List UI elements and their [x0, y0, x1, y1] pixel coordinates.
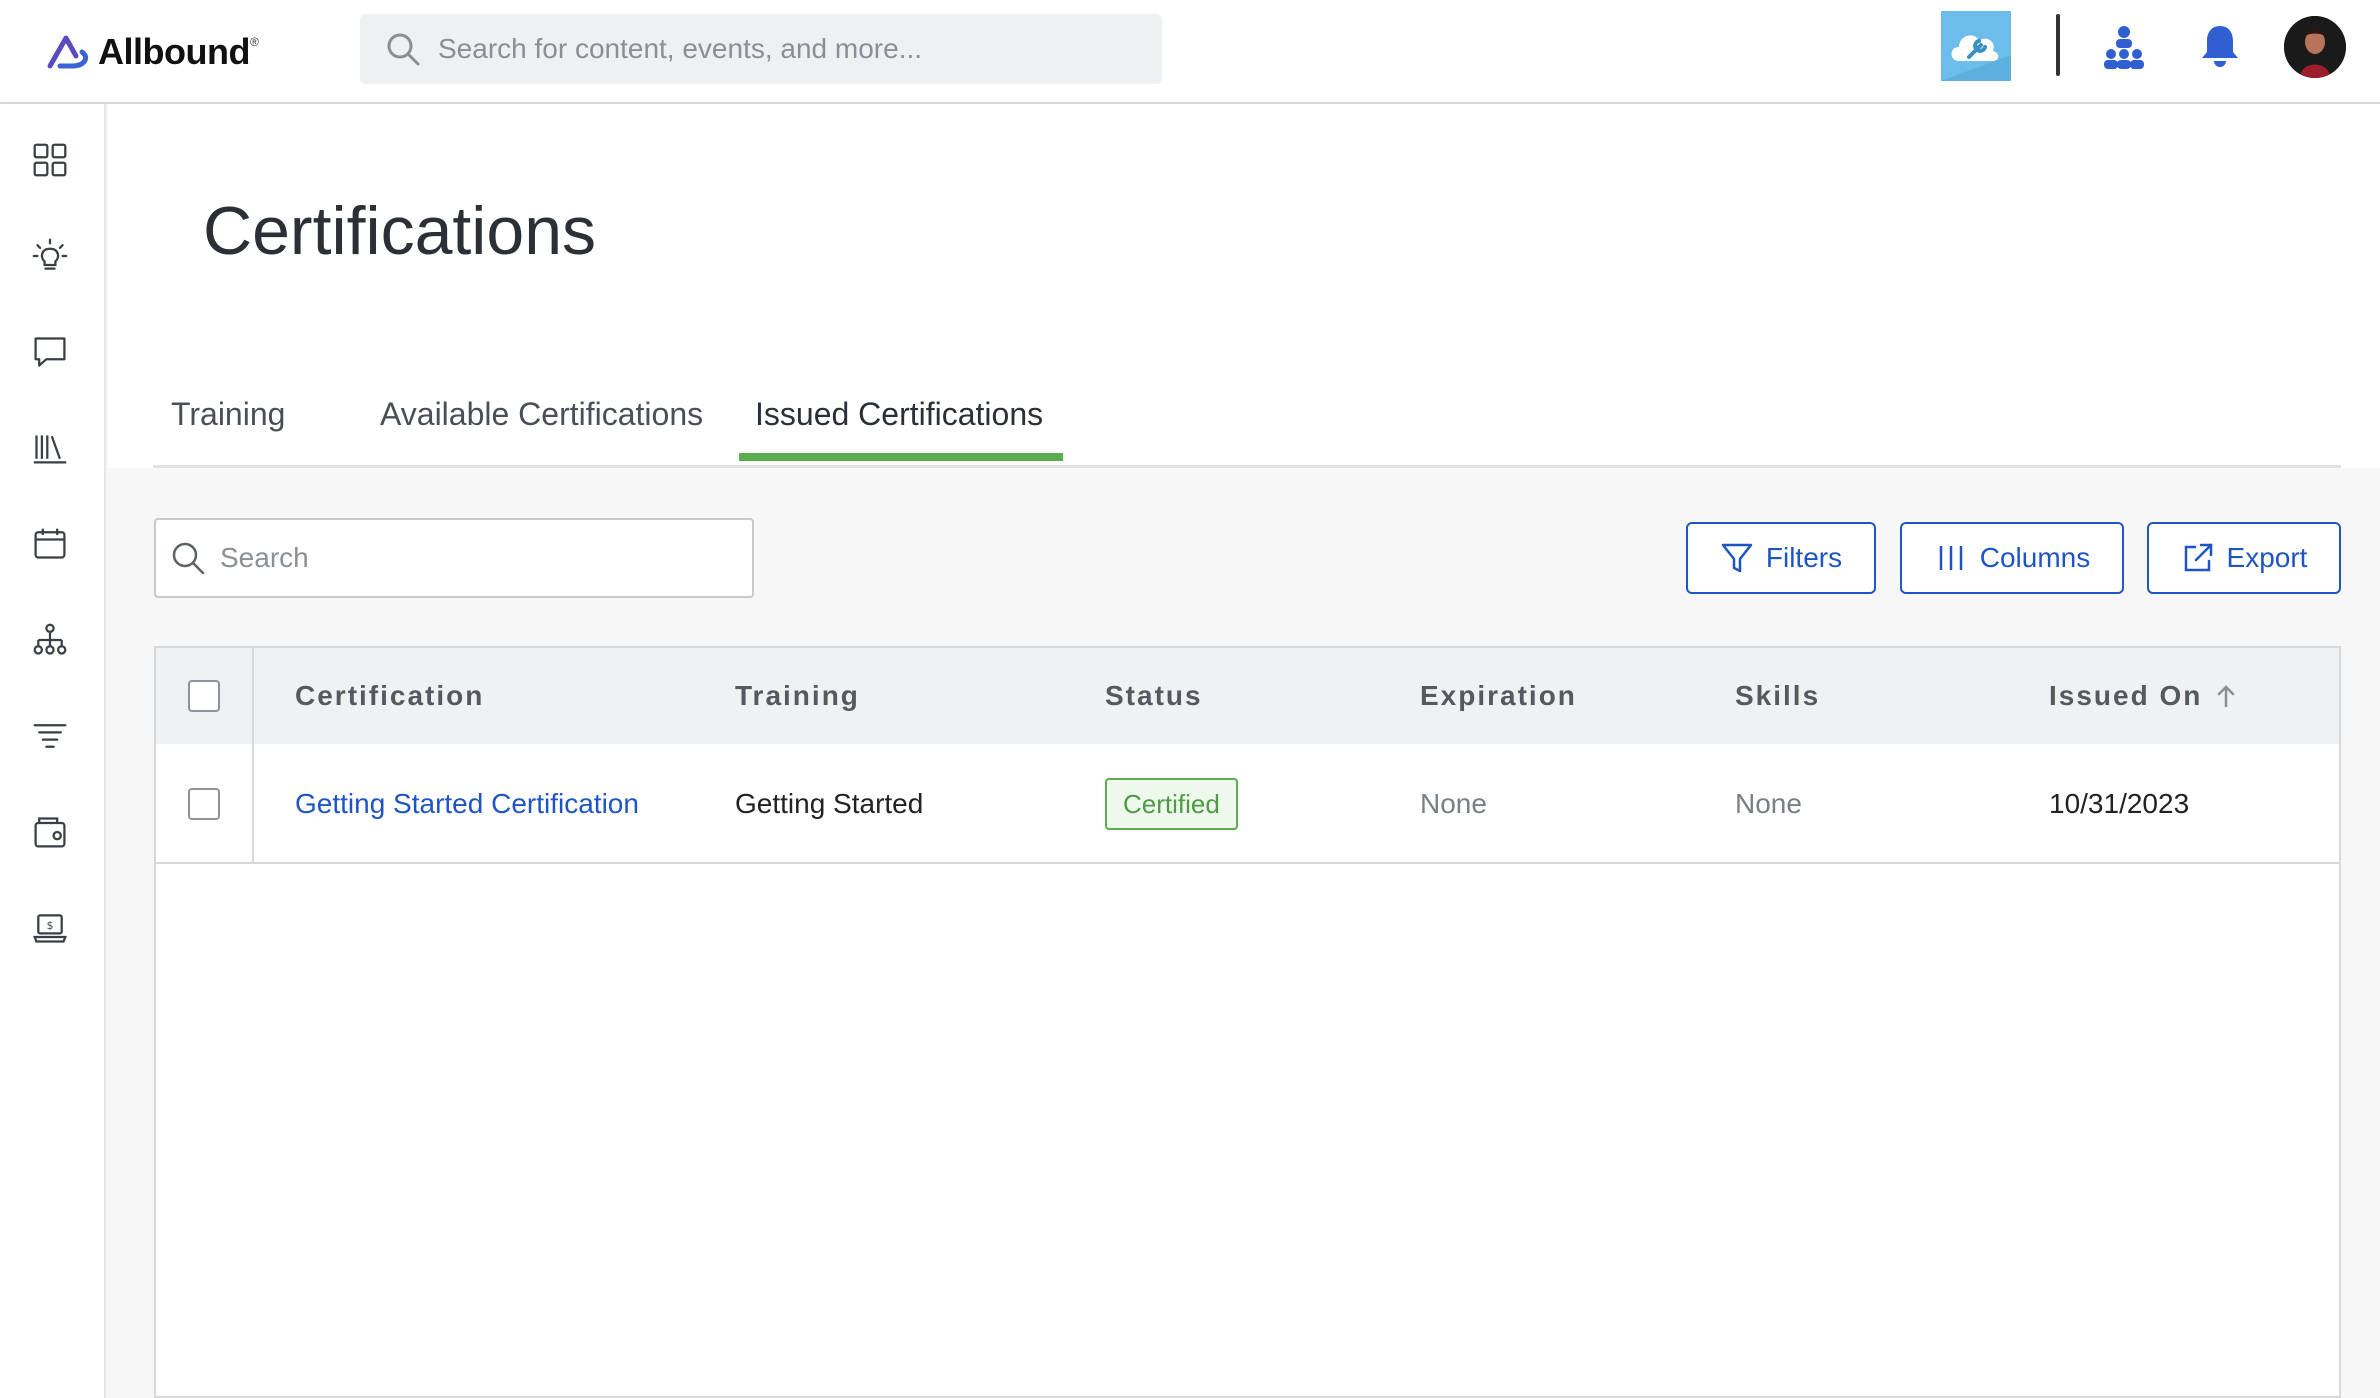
checkbox-column	[156, 648, 254, 864]
column-header-training[interactable]: Training	[735, 648, 860, 744]
filters-button-label: Filters	[1765, 542, 1843, 573]
chat-bubble-icon[interactable]	[30, 332, 70, 372]
export-button-label: Export	[2226, 542, 2308, 573]
bell-icon[interactable]	[2196, 22, 2244, 70]
table-header: Certification Training Status Expiration…	[156, 648, 2339, 744]
svg-text:$: $	[47, 919, 54, 932]
column-header-expiration[interactable]: Expiration	[1420, 648, 1577, 744]
dashboard-grid-icon[interactable]	[30, 140, 70, 180]
brand-name: Allbound	[98, 31, 250, 72]
search-icon	[172, 542, 205, 575]
org-chart-icon[interactable]	[2100, 24, 2148, 72]
allbound-logo-icon	[47, 35, 89, 69]
wallet-icon[interactable]	[30, 812, 70, 852]
table-row[interactable]: Getting Started Certification Getting St…	[156, 744, 2339, 864]
global-search-input[interactable]	[438, 33, 1118, 65]
training-cell: Getting Started	[735, 788, 924, 819]
sort-ascending-icon[interactable]	[2212, 682, 2240, 710]
funnel-icon	[1721, 543, 1753, 573]
hierarchy-icon[interactable]	[30, 620, 70, 660]
allbound-logo[interactable]: Allbound ®	[46, 30, 259, 74]
laptop-dollar-icon[interactable]: $	[30, 908, 70, 948]
columns-icon	[1939, 546, 1962, 570]
columns-button-label: Columns	[1979, 542, 2091, 573]
external-link-icon	[2184, 543, 2212, 572]
tab-bar: Training Available Certifications Issued…	[153, 370, 2341, 468]
cloud-wrench-icon[interactable]	[1941, 11, 2011, 81]
library-icon[interactable]	[30, 428, 70, 468]
filters-button[interactable]: Filters	[1686, 522, 1876, 594]
header-divider	[2056, 14, 2060, 76]
table-search-input[interactable]	[220, 542, 740, 574]
columns-button[interactable]: Columns	[1900, 522, 2124, 594]
page-title: Certifications	[203, 193, 597, 269]
status-badge: Certified	[1105, 778, 1238, 830]
global-search-bar[interactable]	[360, 14, 1162, 84]
search-icon	[387, 33, 420, 66]
active-tab-indicator	[739, 453, 1063, 461]
registered-mark-icon: ®	[249, 35, 259, 49]
certifications-table: Certification Training Status Expiration…	[154, 646, 2341, 1398]
top-navigation-bar: Allbound ®	[0, 0, 2380, 104]
avatar[interactable]	[2284, 16, 2346, 78]
table-search-box[interactable]	[154, 518, 754, 598]
column-header-status[interactable]: Status	[1105, 648, 1203, 744]
certification-link[interactable]: Getting Started Certification	[295, 744, 639, 864]
tab-available-certifications[interactable]: Available Certifications	[364, 396, 719, 464]
column-header-certification[interactable]: Certification	[295, 648, 484, 744]
issued-on-cell: 10/31/2023	[2049, 788, 2190, 819]
select-all-checkbox[interactable]	[188, 680, 220, 712]
skills-cell: None	[1735, 788, 1802, 819]
column-header-issued-on[interactable]: Issued On	[2049, 648, 2202, 744]
row-checkbox[interactable]	[188, 788, 220, 820]
sidebar: $	[0, 104, 106, 1398]
tab-training[interactable]: Training	[155, 396, 301, 464]
export-button[interactable]: Export	[2147, 522, 2341, 594]
filter-lines-icon[interactable]	[30, 716, 70, 756]
column-header-skills[interactable]: Skills	[1735, 648, 1820, 744]
calendar-icon[interactable]	[30, 524, 70, 564]
lightbulb-icon[interactable]	[30, 236, 70, 276]
expiration-cell: None	[1420, 788, 1487, 819]
